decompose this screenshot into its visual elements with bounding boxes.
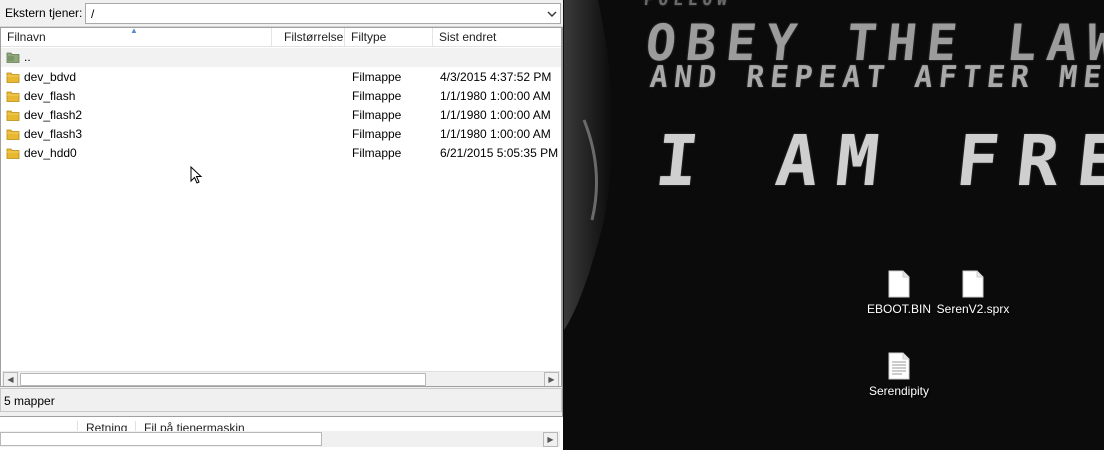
folder-icon [6, 108, 20, 122]
desktop-icon-eboot[interactable]: EBOOT.BIN [859, 270, 939, 316]
remote-path-value[interactable]: / [91, 7, 94, 21]
desktop-icon-label: SerenV2.sprx [936, 302, 1010, 316]
entry-modified: 1/1/1980 1:00:00 AM [440, 89, 551, 103]
remote-file-pane: Ekstern tjener: / ▲ Filnavn Filstørrelse… [0, 0, 563, 450]
desktop-icon-serenv2[interactable]: SerenV2.sprx [933, 270, 1013, 316]
scrollbar-thumb[interactable] [20, 373, 426, 386]
table-row[interactable]: dev_flash2 Filmappe 1/1/1980 1:00:00 AM [1, 106, 561, 125]
table-row[interactable]: dev_bdvd Filmappe 4/3/2015 4:37:52 PM [1, 68, 561, 87]
wallpaper-text: I AM FREE [651, 120, 1104, 202]
folder-icon [6, 127, 20, 141]
scrollbar-thumb[interactable] [0, 432, 322, 446]
table-row[interactable]: dev_hdd0 Filmappe 6/21/2015 5:05:35 PM [1, 144, 561, 163]
mouse-cursor-icon [190, 165, 204, 186]
desktop-icon-serendipity[interactable]: Serendipity [859, 352, 939, 398]
entry-modified: 4/3/2015 4:37:52 PM [440, 70, 552, 84]
column-header-modified[interactable]: Sist endret [433, 28, 561, 47]
entry-type: Filmappe [352, 127, 402, 141]
remote-path-bar: Ekstern tjener: / [0, 0, 563, 27]
parent-directory-name: .. [24, 50, 31, 64]
entry-name: dev_hdd0 [24, 146, 77, 160]
desktop-icon-label: EBOOT.BIN [866, 302, 931, 316]
folder-icon [6, 89, 20, 103]
scroll-left-icon[interactable]: ◀ [3, 372, 18, 386]
wallpaper-figure [564, 0, 613, 330]
remote-path-combobox[interactable]: / [85, 3, 561, 24]
wallpaper-text: FOLLOW [643, 0, 733, 9]
table-row[interactable]: dev_flash Filmappe 1/1/1980 1:00:00 AM [1, 87, 561, 106]
chevron-down-icon[interactable] [543, 4, 560, 23]
column-header-filesize[interactable]: Filstørrelse [272, 28, 345, 47]
entry-type: Filmappe [352, 146, 402, 160]
file-list-header: ▲ Filnavn Filstørrelse Filtype Sist endr… [1, 28, 561, 47]
column-header-filename[interactable]: Filnavn [1, 28, 272, 47]
scroll-right-icon[interactable]: ▶ [543, 432, 558, 447]
wallpaper-text: AND REPEAT AFTER ME [648, 60, 1104, 95]
entry-name: dev_bdvd [24, 70, 77, 84]
desktop[interactable]: FOLLOW OBEY THE LAW AND REPEAT AFTER ME … [564, 0, 1104, 450]
remote-path-label: Ekstern tjener: [5, 6, 83, 20]
entry-type: Filmappe [352, 89, 402, 103]
entry-modified: 6/21/2015 5:05:35 PM [440, 146, 559, 160]
folder-icon [6, 146, 20, 160]
entry-name: dev_flash2 [24, 108, 83, 122]
table-row[interactable]: dev_flash3 Filmappe 1/1/1980 1:00:00 AM [1, 125, 561, 144]
entry-name: dev_flash3 [24, 127, 83, 141]
file-icon [888, 270, 910, 298]
remote-file-list[interactable]: ▲ Filnavn Filstørrelse Filtype Sist endr… [0, 27, 562, 387]
queue-horizontal-scrollbar[interactable]: ▶ [0, 431, 560, 447]
file-icon [962, 270, 984, 298]
parent-folder-icon [6, 50, 20, 64]
column-header-filetype[interactable]: Filtype [345, 28, 433, 47]
entry-type: Filmappe [352, 108, 402, 122]
text-file-icon [888, 352, 910, 380]
remote-status-bar: 5 mapper [0, 388, 562, 412]
folder-icon [6, 70, 20, 84]
parent-directory-row[interactable]: .. [1, 48, 561, 67]
entry-type: Filmappe [352, 70, 402, 84]
scroll-right-icon[interactable]: ▶ [544, 372, 559, 386]
desktop-icon-label: Serendipity [868, 384, 930, 398]
status-text: 5 mapper [4, 394, 55, 408]
entry-name: dev_flash [24, 89, 76, 103]
transfer-queue[interactable]: Retning Fil på tjenermaskin ▶ [0, 416, 563, 450]
entry-modified: 1/1/1980 1:00:00 AM [440, 127, 551, 141]
entry-modified: 1/1/1980 1:00:00 AM [440, 108, 551, 122]
horizontal-scrollbar[interactable]: ◀ ▶ [2, 371, 560, 386]
